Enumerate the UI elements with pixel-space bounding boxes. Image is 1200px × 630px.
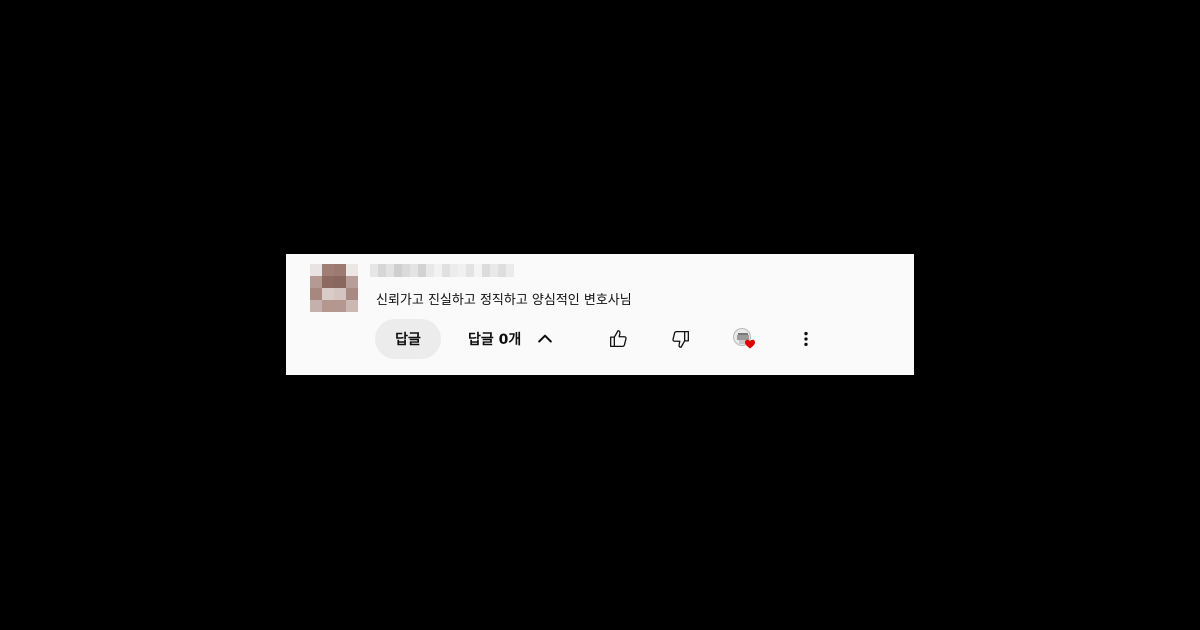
author-name-redacted[interactable] bbox=[370, 264, 514, 277]
heart-icon bbox=[745, 339, 755, 349]
chevron-up-icon bbox=[538, 334, 553, 343]
thumb-up-icon bbox=[610, 330, 627, 347]
creator-heart-badge bbox=[733, 328, 755, 350]
replies-count-label: 답글 0개 bbox=[468, 332, 522, 348]
comment-action-bar: 답글 답글 0개 bbox=[286, 318, 914, 360]
creator-heart-button[interactable] bbox=[728, 323, 760, 355]
replies-toggle[interactable]: 답글 0개 bbox=[460, 319, 563, 359]
dislike-button[interactable] bbox=[665, 323, 697, 355]
page-background: 신뢰가고 진실하고 정직하고 양심적인 변호사님 답글 답글 0개 bbox=[0, 0, 1200, 630]
avatar[interactable] bbox=[310, 264, 358, 312]
like-button[interactable] bbox=[602, 323, 634, 355]
more-vert-icon bbox=[804, 331, 808, 347]
more-actions-button[interactable] bbox=[790, 323, 822, 355]
thumb-down-icon bbox=[672, 331, 689, 348]
comment-text: 신뢰가고 진실하고 정직하고 양심적인 변호사님 bbox=[376, 293, 632, 308]
comment-card: 신뢰가고 진실하고 정직하고 양심적인 변호사님 답글 답글 0개 bbox=[286, 254, 914, 375]
reply-button[interactable]: 답글 bbox=[375, 319, 441, 359]
